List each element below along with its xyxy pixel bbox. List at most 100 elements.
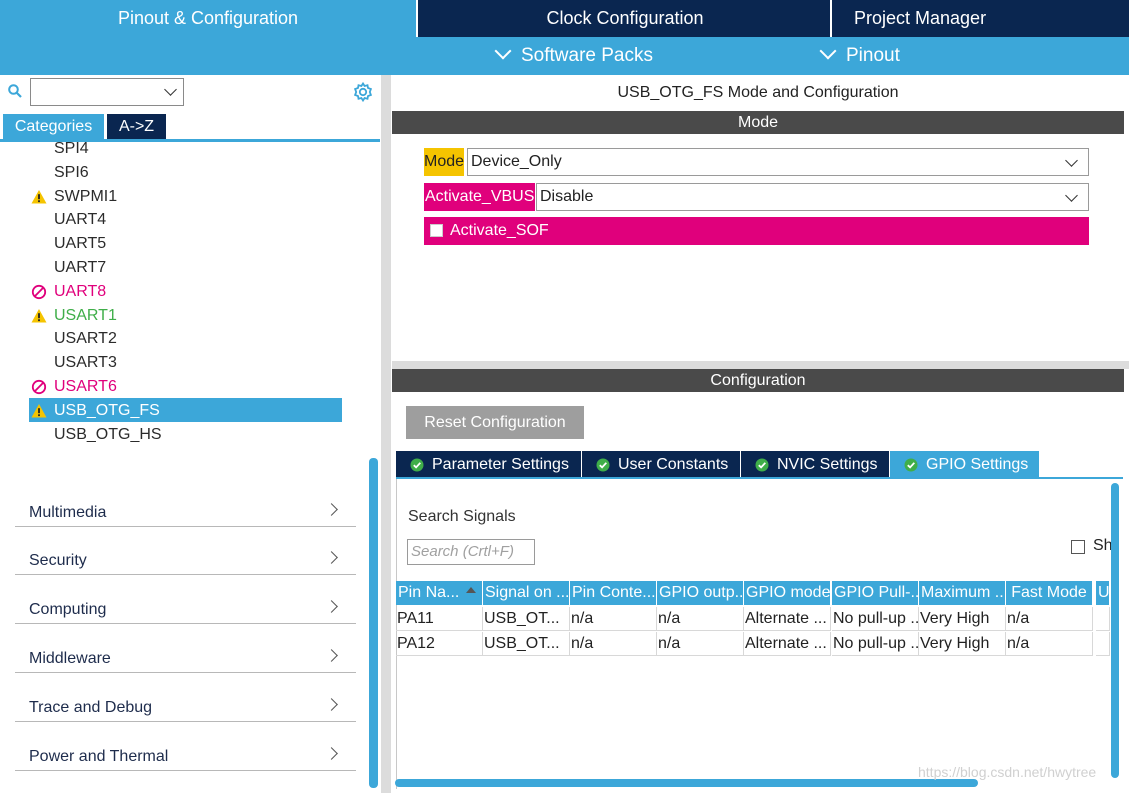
tab-parameter-settings[interactable]: Parameter Settings <box>396 451 581 478</box>
table-vertical-scrollbar[interactable] <box>1111 483 1119 778</box>
left-scrollbar-thumb[interactable] <box>369 458 378 788</box>
table-cell[interactable]: USB_OT... <box>483 632 570 656</box>
category-group-power-and-thermal[interactable]: Power and Thermal <box>15 723 356 771</box>
category-group-label: Middleware <box>29 650 111 667</box>
table-cell[interactable]: Alternate ... <box>744 632 831 656</box>
category-group-multimedia[interactable]: Multimedia <box>15 479 356 527</box>
search-icon[interactable] <box>8 84 22 98</box>
reset-configuration-button[interactable]: Reset Configuration <box>406 406 584 439</box>
chevron-down-icon <box>494 42 512 60</box>
chevron-right-icon <box>325 698 338 711</box>
tab-user-constants[interactable]: User Constants <box>581 451 740 478</box>
tab-label: NVIC Settings <box>777 456 878 473</box>
tab-nvic-settings[interactable]: NVIC Settings <box>740 451 889 478</box>
column-header[interactable]: Maximum ... <box>919 581 1006 605</box>
column-header[interactable]: U <box>1096 581 1110 605</box>
table-cell[interactable]: No pull-up ... <box>832 632 919 656</box>
column-header[interactable]: Pin Conte... <box>570 581 657 605</box>
watermark: https://blog.csdn.net/hwytree <box>918 764 1097 780</box>
table-cell[interactable]: n/a <box>1006 632 1093 656</box>
check-circle-icon <box>904 458 918 472</box>
column-header[interactable]: GPIO mode <box>744 581 831 605</box>
check-circle-icon <box>596 458 610 472</box>
tab-pinout-configuration[interactable]: Pinout & Configuration <box>0 0 416 37</box>
table-cell[interactable]: n/a <box>657 632 744 656</box>
tree-item-usart3[interactable]: USART3 <box>54 351 117 375</box>
table-cell[interactable] <box>1096 632 1110 656</box>
tree-item-spi6[interactable]: SPI6 <box>54 161 89 185</box>
table-cell[interactable]: Alternate ... <box>744 607 831 631</box>
table-cell[interactable]: n/a <box>570 607 657 631</box>
category-group-computing[interactable]: Computing <box>15 576 356 624</box>
check-circle-icon <box>755 458 769 472</box>
category-group-label: Trace and Debug <box>29 699 153 716</box>
table-cell[interactable]: No pull-up ... <box>832 607 919 631</box>
table-cell[interactable]: Very High <box>919 607 1006 631</box>
warning-icon <box>31 190 47 204</box>
category-group-middleware[interactable]: Middleware <box>15 625 356 673</box>
tree-item-usb-otg-fs[interactable]: USB_OTG_FS <box>54 399 160 423</box>
warning-icon <box>31 404 47 418</box>
chevron-right-icon <box>325 551 338 564</box>
check-circle-icon <box>410 458 424 472</box>
tab-label: Parameter Settings <box>432 456 569 473</box>
tree-item-uart8[interactable]: UART8 <box>54 280 106 304</box>
search-combo[interactable] <box>30 78 184 106</box>
table-cell[interactable]: USB_OT... <box>483 607 570 631</box>
column-header[interactable]: GPIO outp... <box>657 581 744 605</box>
category-group-label: Multimedia <box>29 504 107 521</box>
tree-item-uart5[interactable]: UART5 <box>54 232 106 256</box>
gear-icon[interactable] <box>352 81 374 103</box>
tree-item-uart7[interactable]: UART7 <box>54 256 106 280</box>
tree-item-uart4[interactable]: UART4 <box>54 208 106 232</box>
table-cell[interactable]: PA11 <box>396 607 483 631</box>
activate-sof-row[interactable]: Activate_SOF <box>424 217 1089 245</box>
panel-splitter[interactable] <box>381 75 391 793</box>
tab-gpio-settings[interactable]: GPIO Settings <box>889 451 1039 478</box>
tab-a-to-z[interactable]: A->Z <box>107 114 166 140</box>
blocked-icon <box>31 379 47 395</box>
column-header[interactable]: Fast Mode <box>1006 581 1093 605</box>
panel-divider[interactable] <box>392 361 1129 369</box>
search-signals-input[interactable]: Search (Crtl+F) <box>407 539 535 565</box>
column-header[interactable]: Signal on ... <box>483 581 570 605</box>
mode-panel-title: USB_OTG_FS Mode and Configuration <box>617 84 899 101</box>
tree-item-spi4[interactable]: SPI4 <box>54 137 89 161</box>
software-packs-label: Software Packs <box>521 45 653 66</box>
activate-vbus-value: Disable <box>540 188 594 205</box>
table-cell[interactable]: n/a <box>1006 607 1093 631</box>
column-header[interactable]: Pin Na... <box>396 581 483 605</box>
table-cell[interactable]: Very High <box>919 632 1006 656</box>
tree-item-usart1[interactable]: USART1 <box>54 304 117 328</box>
activate-vbus-label: Activate_VBUS <box>424 183 536 211</box>
tab-label: GPIO Settings <box>926 456 1029 473</box>
pinout-menu[interactable]: Pinout <box>819 37 900 75</box>
activate-vbus-select[interactable]: Disable <box>536 183 1089 211</box>
software-packs-menu[interactable]: Software Packs <box>494 37 653 75</box>
mode-label: Mode <box>424 148 465 176</box>
chevron-right-icon <box>325 747 338 760</box>
table-cell[interactable]: n/a <box>657 607 744 631</box>
activate-sof-checkbox[interactable] <box>430 224 443 237</box>
mode-section-header: Mode <box>392 111 1124 134</box>
tab-clock-configuration[interactable]: Clock Configuration <box>416 0 832 37</box>
table-horizontal-scrollbar[interactable] <box>395 779 978 787</box>
show-checkbox[interactable] <box>1071 540 1085 554</box>
category-group-security[interactable]: Security <box>15 527 356 575</box>
sort-ascending-icon[interactable] <box>466 587 476 593</box>
table-cell[interactable]: PA12 <box>396 632 483 656</box>
tree-item-usart2[interactable]: USART2 <box>54 327 117 351</box>
chevron-down-icon <box>164 83 177 96</box>
tab-project-manager[interactable]: Project Manager <box>830 0 1129 37</box>
tree-item-usb-otg-hs[interactable]: USB_OTG_HS <box>54 423 162 447</box>
table-cell[interactable] <box>1096 607 1110 631</box>
tree-item-swpmi1[interactable]: SWPMI1 <box>54 185 117 209</box>
tree-item-usart6[interactable]: USART6 <box>54 375 117 399</box>
sub-menu-bar: Software Packs Pinout <box>0 37 1129 75</box>
column-header[interactable]: GPIO Pull-... <box>832 581 919 605</box>
table-cell[interactable]: n/a <box>570 632 657 656</box>
activate-sof-label: Activate_SOF <box>450 222 549 239</box>
mode-select[interactable]: Device_Only <box>467 148 1089 176</box>
category-group-trace-and-debug[interactable]: Trace and Debug <box>15 674 356 722</box>
chevron-down-icon <box>819 42 837 60</box>
